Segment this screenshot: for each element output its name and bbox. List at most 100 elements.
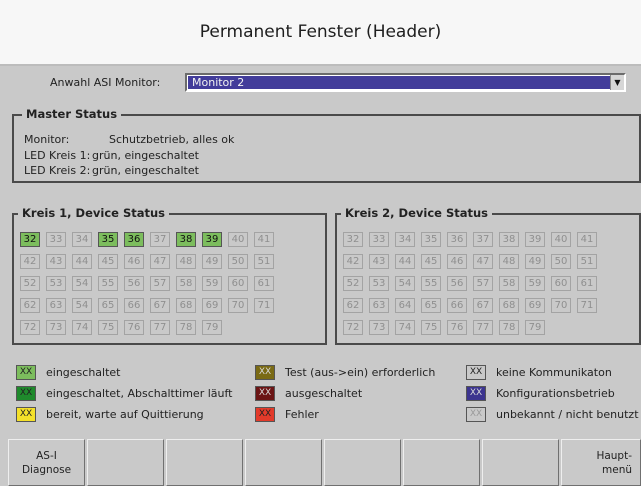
device-cell-50[interactable]: 50 — [551, 254, 571, 269]
chevron-down-icon[interactable]: ▼ — [610, 75, 624, 90]
device-cell-50[interactable]: 50 — [228, 254, 248, 269]
device-cell-53[interactable]: 53 — [369, 276, 389, 291]
device-cell-75[interactable]: 75 — [421, 320, 441, 335]
device-cell-54[interactable]: 54 — [72, 276, 92, 291]
device-cell-63[interactable]: 63 — [369, 298, 389, 313]
device-cell-59[interactable]: 59 — [202, 276, 222, 291]
device-cell-41[interactable]: 41 — [254, 232, 274, 247]
device-cell-32[interactable]: 32 — [343, 232, 363, 247]
device-cell-76[interactable]: 76 — [447, 320, 467, 335]
function-key-5-button[interactable] — [324, 439, 401, 486]
device-cell-56[interactable]: 56 — [447, 276, 467, 291]
device-cell-78[interactable]: 78 — [499, 320, 519, 335]
device-cell-47[interactable]: 47 — [473, 254, 493, 269]
device-cell-48[interactable]: 48 — [499, 254, 519, 269]
device-cell-33[interactable]: 33 — [369, 232, 389, 247]
device-cell-48[interactable]: 48 — [176, 254, 196, 269]
device-cell-72[interactable]: 72 — [20, 320, 40, 335]
device-cell-68[interactable]: 68 — [499, 298, 519, 313]
device-cell-70[interactable]: 70 — [551, 298, 571, 313]
device-cell-32[interactable]: 32 — [20, 232, 40, 247]
device-cell-79[interactable]: 79 — [202, 320, 222, 335]
device-cell-44[interactable]: 44 — [395, 254, 415, 269]
function-key-1-button[interactable]: AS-I Diagnose — [8, 439, 85, 486]
device-cell-45[interactable]: 45 — [421, 254, 441, 269]
device-cell-69[interactable]: 69 — [525, 298, 545, 313]
device-cell-72[interactable]: 72 — [343, 320, 363, 335]
device-cell-39[interactable]: 39 — [525, 232, 545, 247]
device-cell-69[interactable]: 69 — [202, 298, 222, 313]
device-cell-43[interactable]: 43 — [369, 254, 389, 269]
device-cell-62[interactable]: 62 — [20, 298, 40, 313]
device-cell-45[interactable]: 45 — [98, 254, 118, 269]
device-cell-46[interactable]: 46 — [447, 254, 467, 269]
device-cell-73[interactable]: 73 — [369, 320, 389, 335]
device-cell-52[interactable]: 52 — [20, 276, 40, 291]
device-cell-54[interactable]: 54 — [72, 298, 92, 313]
device-cell-60[interactable]: 60 — [228, 276, 248, 291]
device-cell-57[interactable]: 57 — [473, 276, 493, 291]
device-cell-63[interactable]: 63 — [46, 298, 66, 313]
device-cell-67[interactable]: 67 — [473, 298, 493, 313]
device-cell-42[interactable]: 42 — [20, 254, 40, 269]
device-cell-56[interactable]: 56 — [124, 276, 144, 291]
device-cell-65[interactable]: 65 — [98, 298, 118, 313]
function-key-7-button[interactable] — [482, 439, 559, 486]
device-cell-79[interactable]: 79 — [525, 320, 545, 335]
device-cell-60[interactable]: 60 — [551, 276, 571, 291]
device-cell-77[interactable]: 77 — [150, 320, 170, 335]
device-cell-49[interactable]: 49 — [525, 254, 545, 269]
device-cell-58[interactable]: 58 — [499, 276, 519, 291]
device-cell-34[interactable]: 34 — [72, 232, 92, 247]
device-cell-61[interactable]: 61 — [254, 276, 274, 291]
device-cell-40[interactable]: 40 — [228, 232, 248, 247]
device-cell-68[interactable]: 68 — [176, 298, 196, 313]
device-cell-74[interactable]: 74 — [72, 320, 92, 335]
device-cell-57[interactable]: 57 — [150, 276, 170, 291]
function-key-4-button[interactable] — [245, 439, 322, 486]
device-cell-71[interactable]: 71 — [577, 298, 597, 313]
device-cell-34[interactable]: 34 — [395, 232, 415, 247]
device-cell-44[interactable]: 44 — [72, 254, 92, 269]
device-cell-36[interactable]: 36 — [447, 232, 467, 247]
device-cell-73[interactable]: 73 — [46, 320, 66, 335]
function-key-8-button[interactable]: Haupt- menü — [561, 439, 641, 486]
device-cell-35[interactable]: 35 — [98, 232, 118, 247]
device-cell-74[interactable]: 74 — [395, 320, 415, 335]
device-cell-70[interactable]: 70 — [228, 298, 248, 313]
device-cell-55[interactable]: 55 — [421, 276, 441, 291]
device-cell-59[interactable]: 59 — [525, 276, 545, 291]
device-cell-78[interactable]: 78 — [176, 320, 196, 335]
function-key-2-button[interactable] — [87, 439, 164, 486]
device-cell-33[interactable]: 33 — [46, 232, 66, 247]
device-cell-49[interactable]: 49 — [202, 254, 222, 269]
device-cell-66[interactable]: 66 — [124, 298, 144, 313]
device-cell-37[interactable]: 37 — [473, 232, 493, 247]
device-cell-38[interactable]: 38 — [499, 232, 519, 247]
device-cell-37[interactable]: 37 — [150, 232, 170, 247]
device-cell-42[interactable]: 42 — [343, 254, 363, 269]
device-cell-43[interactable]: 43 — [46, 254, 66, 269]
device-cell-46[interactable]: 46 — [124, 254, 144, 269]
device-cell-76[interactable]: 76 — [124, 320, 144, 335]
device-cell-47[interactable]: 47 — [150, 254, 170, 269]
function-key-3-button[interactable] — [166, 439, 243, 486]
device-cell-65[interactable]: 65 — [421, 298, 441, 313]
device-cell-38[interactable]: 38 — [176, 232, 196, 247]
function-key-6-button[interactable] — [403, 439, 480, 486]
device-cell-75[interactable]: 75 — [98, 320, 118, 335]
device-cell-53[interactable]: 53 — [46, 276, 66, 291]
device-cell-36[interactable]: 36 — [124, 232, 144, 247]
device-cell-52[interactable]: 52 — [343, 276, 363, 291]
device-cell-62[interactable]: 62 — [343, 298, 363, 313]
device-cell-66[interactable]: 66 — [447, 298, 467, 313]
device-cell-51[interactable]: 51 — [254, 254, 274, 269]
device-cell-67[interactable]: 67 — [150, 298, 170, 313]
device-cell-41[interactable]: 41 — [577, 232, 597, 247]
device-cell-58[interactable]: 58 — [176, 276, 196, 291]
device-cell-77[interactable]: 77 — [473, 320, 493, 335]
device-cell-61[interactable]: 61 — [577, 276, 597, 291]
device-cell-55[interactable]: 55 — [98, 276, 118, 291]
device-cell-40[interactable]: 40 — [551, 232, 571, 247]
device-cell-71[interactable]: 71 — [254, 298, 274, 313]
